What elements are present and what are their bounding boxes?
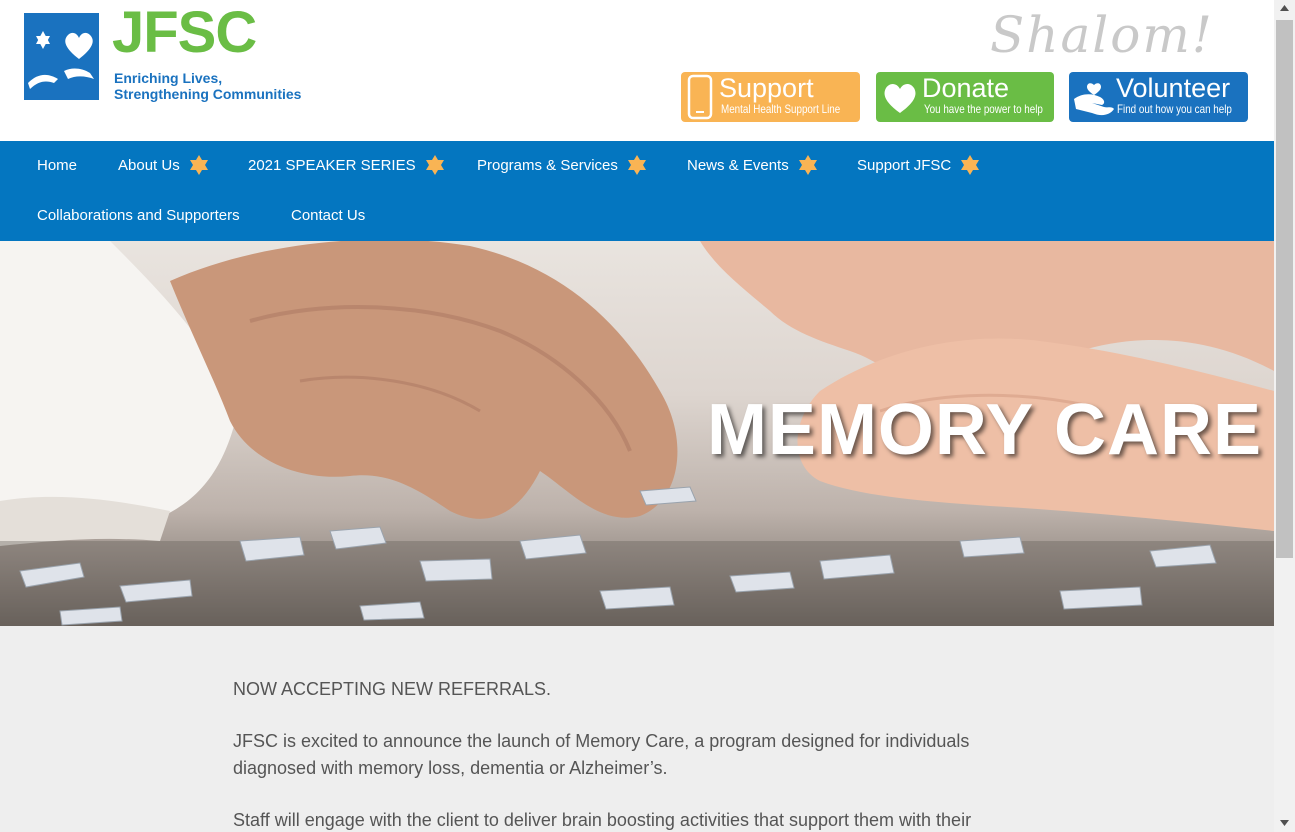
donate-button-subtitle: You have the power to help [924,102,1043,116]
phone-icon [687,74,713,120]
star-of-david-icon [961,154,980,175]
nav-item-speaker-series[interactable]: 2021 SPEAKER SERIES [248,141,446,191]
heart-icon [884,83,916,113]
nav-item-label: Home [37,157,78,174]
nav-item-programs-services[interactable]: Programs & Services [477,141,648,191]
nav-item-home[interactable]: Home [37,141,77,191]
hero-banner: MEMORY CARE [0,241,1274,626]
donate-button[interactable]: Donate You have the power to help [876,72,1054,122]
site-header: JFSC Enriching Lives, Strengthening Comm… [0,0,1274,141]
nav-item-label: Support JFSC [857,157,952,174]
star-of-david-icon [628,154,647,175]
star-of-david-icon [425,154,444,175]
nav-item-label: News & Events [687,157,789,174]
nav-item-label: 2021 SPEAKER SERIES [248,157,416,174]
helping-hand-icon [1074,83,1114,116]
shalom-greeting: Shalom! [990,6,1214,64]
referrals-notice: NOW ACCEPTING NEW REFERRALS. [233,679,552,699]
nav-item-news-events[interactable]: News & Events [687,141,819,191]
main-navigation: Home About Us 2021 SPEAKER SERIES Progra… [0,141,1274,241]
scroll-down-button[interactable] [1274,815,1295,832]
nav-item-label: Contact Us [291,207,366,224]
nav-item-label: Programs & Services [477,157,618,174]
nav-item-contact-us[interactable]: Contact Us [291,191,365,241]
page: JFSC Enriching Lives, Strengthening Comm… [0,0,1274,832]
tagline-line-1: Enriching Lives, [114,70,223,86]
volunteer-button-subtitle: Find out how you can help [1117,102,1232,116]
star-of-david-icon [189,154,208,175]
scroll-up-button[interactable] [1274,0,1295,17]
main-content: NOW ACCEPTING NEW REFERRALS. JFSC is exc… [0,626,1274,832]
logo-wordmark: JFSC [112,0,257,65]
volunteer-button[interactable]: Volunteer Find out how you can help [1069,72,1248,122]
logo-emblem [24,13,99,100]
staff-paragraph: Staff will engage with the client to del… [233,810,972,830]
donate-button-title: Donate [922,73,1010,103]
hero-title: MEMORY CARE [706,390,1262,470]
support-button-subtitle: Mental Health Support Line [721,102,841,116]
nav-item-collaborations[interactable]: Collaborations and Supporters [37,191,240,241]
jfsc-logo[interactable]: JFSC Enriching Lives, Strengthening Comm… [24,4,314,107]
nav-item-about-us[interactable]: About Us [118,141,210,191]
arrow-down-icon [1280,820,1289,826]
logo-tagline: Enriching Lives, Strengthening Communiti… [114,70,301,102]
nav-item-label: About Us [118,157,180,174]
page-scrollbar[interactable] [1274,0,1295,832]
support-button[interactable]: Support Mental Health Support Line [681,72,860,122]
support-button-title: Support [719,73,814,103]
star-heart-hands-icon [28,31,94,89]
intro-paragraph: JFSC is excited to announce the launch o… [233,731,970,778]
nav-item-label: Collaborations and Supporters [37,207,240,224]
arrow-up-icon [1280,5,1289,11]
scroll-thumb[interactable] [1276,20,1293,558]
volunteer-button-title: Volunteer [1116,73,1231,103]
tagline-line-2: Strengthening Communities [114,86,302,102]
star-of-david-icon [798,154,817,175]
nav-item-support-jfsc[interactable]: Support JFSC [857,141,981,191]
